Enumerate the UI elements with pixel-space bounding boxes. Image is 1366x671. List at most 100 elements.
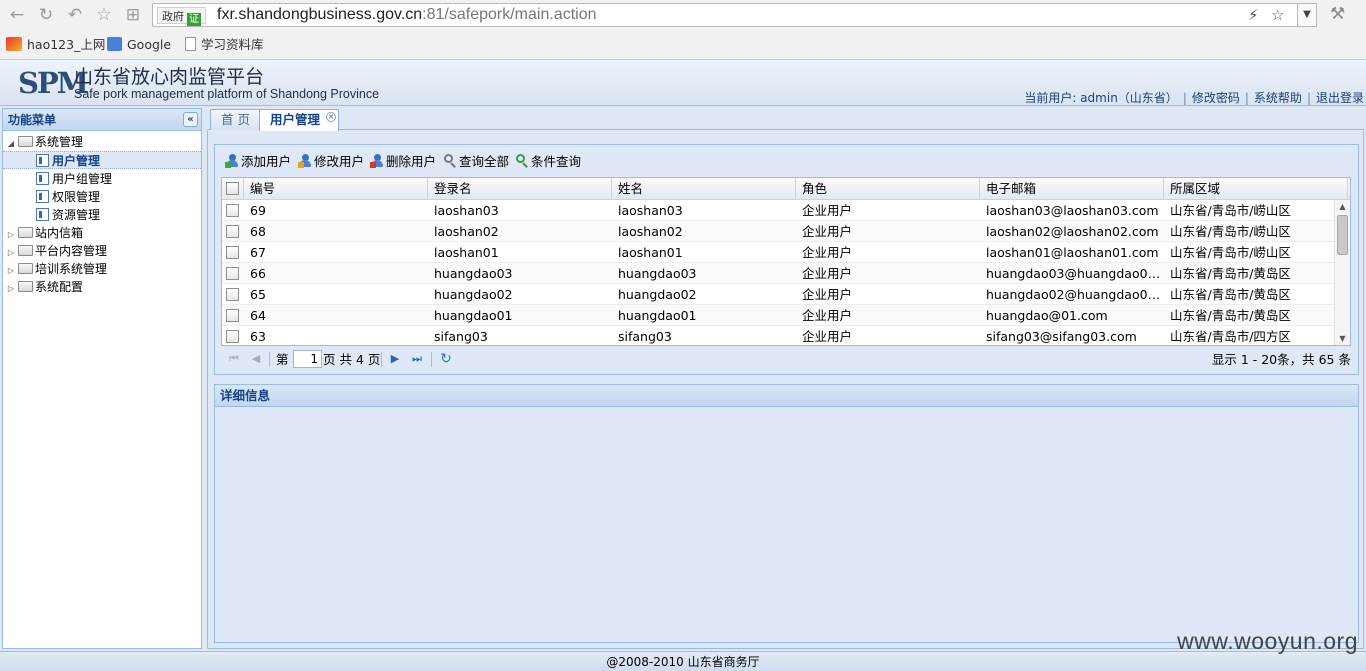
copyright-text: @2008-2010 山东省商务厅 (606, 655, 760, 669)
tree-item-label: 站内信箱 (35, 226, 84, 240)
column-header-name[interactable]: 姓名 (612, 178, 796, 200)
lightning-icon[interactable]: ⚡ (1248, 4, 1259, 26)
cell-email: huangdao02@huangdao02.c... (986, 287, 1164, 302)
refresh-icon[interactable]: ↻ (439, 352, 453, 366)
delete-user-label: 删除用户 (386, 154, 437, 169)
scroll-down-icon[interactable]: ▼ (1335, 332, 1350, 345)
cell-email: laoshan02@laoshan02.com (986, 224, 1159, 239)
tree-item-training-management[interactable]: ▷ 培训系统管理 (3, 260, 201, 278)
cell-id: 63 (250, 329, 266, 344)
tree-item-system-config[interactable]: ▷ 系统配置 (3, 278, 201, 296)
back-icon[interactable]: ← (6, 4, 28, 26)
address-dropdown-icon[interactable]: ▼ (1297, 3, 1317, 27)
add-user-button[interactable]: 添加用户 (225, 153, 291, 171)
row-checkbox[interactable] (226, 204, 239, 217)
table-row[interactable]: 65 huangdao02 huangdao02 企业用户 huangdao02… (222, 284, 1336, 305)
url-text[interactable]: fxr.shandongbusiness.gov.cn:81/safepork/… (217, 4, 597, 26)
row-checkbox[interactable] (226, 288, 239, 301)
tab-user-management[interactable]: 用户管理 ✕ (259, 109, 340, 131)
tree-item-label: 权限管理 (52, 190, 101, 204)
delete-user-button[interactable]: 删除用户 (370, 153, 436, 171)
cell-role: 企业用户 (802, 287, 853, 302)
tree-item-permission-management[interactable]: 权限管理 (3, 188, 201, 206)
undo-icon[interactable]: ↶ (64, 4, 86, 26)
logout-link[interactable]: 退出登录 (1316, 91, 1364, 105)
bookmarks-bar: hao123_上网 Google 学习资料库 (0, 32, 1366, 58)
row-checkbox[interactable] (226, 309, 239, 322)
column-header-region[interactable]: 所属区域 (1164, 178, 1348, 200)
cell-role: 企业用户 (802, 329, 853, 344)
tab-strip: 首 页 用户管理 ✕ (207, 108, 1364, 131)
query-all-button[interactable]: 查询全部 (443, 153, 509, 171)
select-all-checkbox[interactable] (226, 182, 239, 195)
column-header-login[interactable]: 登录名 (428, 178, 612, 200)
cell-name: laoshan03 (618, 203, 683, 218)
table-row[interactable]: 68 laoshan02 laoshan02 企业用户 laoshan02@la… (222, 221, 1336, 242)
query-all-label: 查询全部 (459, 154, 510, 169)
security-badge[interactable]: 政府证 (157, 7, 206, 26)
separator (381, 352, 382, 367)
cell-name: sifang03 (618, 329, 672, 344)
help-link[interactable]: 系统帮助 (1254, 91, 1302, 105)
scroll-thumb[interactable] (1337, 215, 1348, 255)
column-header-id[interactable]: 编号 (244, 178, 428, 200)
tree-item-user-management[interactable]: 用户管理 (3, 151, 201, 169)
logo: SPM (18, 66, 89, 102)
cell-email: laoshan01@laoshan01.com (986, 245, 1159, 260)
address-bar[interactable]: 政府证 fxr.shandongbusiness.gov.cn:81/safep… (152, 3, 1317, 27)
grid-scrollbar[interactable]: ▲ ▼ (1334, 200, 1350, 345)
separator (431, 352, 432, 367)
table-row[interactable]: 64 huangdao01 huangdao01 企业用户 huangdao@0… (222, 305, 1336, 326)
grid-icon[interactable]: ⊞ (122, 4, 144, 26)
prev-page-icon[interactable]: ◀ (249, 352, 263, 366)
cell-region: 山东省/青岛市/黄岛区 (1170, 266, 1291, 281)
cell-login: sifang03 (434, 329, 488, 344)
next-page-icon[interactable]: ▶ (388, 352, 402, 366)
last-page-icon[interactable]: ⏭ (410, 352, 424, 366)
tree-item-system-management[interactable]: ◢ 系统管理 (3, 133, 201, 151)
collapse-icon[interactable]: « (183, 112, 198, 127)
cell-name: laoshan02 (618, 224, 683, 239)
bookmark-google[interactable]: Google (107, 36, 171, 54)
paging-info: 显示 1 - 20条，共 65 条 (1211, 352, 1351, 367)
cell-login: huangdao01 (434, 308, 513, 323)
tab-home[interactable]: 首 页 (210, 109, 261, 130)
column-header-role[interactable]: 角色 (796, 178, 980, 200)
table-row[interactable]: 66 huangdao03 huangdao03 企业用户 huangdao03… (222, 263, 1336, 284)
search-filter-icon (515, 154, 529, 168)
page-number-input[interactable]: 1 (293, 350, 322, 368)
first-page-icon[interactable]: ⏮ (227, 352, 241, 366)
tree-item-user-group-management[interactable]: 用户组管理 (3, 170, 201, 188)
tree-item-resource-management[interactable]: 资源管理 (3, 206, 201, 224)
table-row[interactable]: 67 laoshan01 laoshan01 企业用户 laoshan01@la… (222, 242, 1336, 263)
row-checkbox[interactable] (226, 330, 239, 343)
table-row[interactable]: 69 laoshan03 laoshan03 企业用户 laoshan03@la… (222, 200, 1336, 221)
cell-login: laoshan01 (434, 245, 499, 260)
bookmark-study[interactable]: 学习资料库 (185, 36, 264, 54)
tab-label: 首 页 (221, 112, 250, 127)
scroll-up-icon[interactable]: ▲ (1335, 200, 1350, 214)
change-password-link[interactable]: 修改密码 (1192, 91, 1240, 105)
tree-item-content-management[interactable]: ▷ 平台内容管理 (3, 242, 201, 260)
certificate-icon: 证 (187, 13, 201, 26)
column-header-email[interactable]: 电子邮箱 (980, 178, 1164, 200)
bookmark-star-icon[interactable]: ☆ (1271, 4, 1284, 26)
collapsed-arrow-icon[interactable]: ▷ (6, 280, 16, 298)
close-icon[interactable]: ✕ (326, 112, 337, 122)
tree-item-mailbox[interactable]: ▷ 站内信箱 (3, 224, 201, 242)
cell-email: huangdao03@huangdao03.c... (986, 266, 1164, 281)
bookmark-hao123[interactable]: hao123_上网 (6, 36, 105, 54)
cell-id: 69 (250, 203, 266, 218)
row-checkbox[interactable] (226, 246, 239, 259)
star-icon[interactable]: ☆ (93, 4, 115, 26)
row-checkbox[interactable] (226, 267, 239, 280)
edit-user-button[interactable]: 修改用户 (298, 153, 364, 171)
conditional-query-button[interactable]: 条件查询 (515, 153, 581, 171)
grid-toolbar: 添加用户 修改用户 删除用户 查询全部 条件查询 (215, 151, 1358, 173)
google-icon (107, 37, 122, 51)
table-row[interactable]: 63 sifang03 sifang03 企业用户 sifang03@sifan… (222, 326, 1336, 345)
row-checkbox[interactable] (226, 225, 239, 238)
wrench-icon[interactable]: ⚒ (1330, 4, 1345, 24)
forward-icon[interactable]: ↻ (35, 4, 57, 26)
tree-item-label: 系统管理 (35, 135, 84, 149)
